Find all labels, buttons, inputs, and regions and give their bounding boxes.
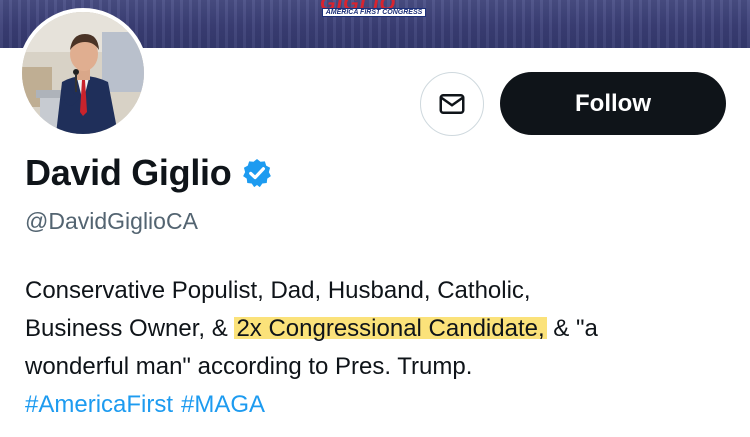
- campaign-logo: GIGLIO AMERICA FIRST CONGRESS: [320, 0, 428, 22]
- bio-highlighted-text: 2x Congressional Candidate,: [234, 315, 547, 342]
- avatar-frame[interactable]: [18, 8, 148, 138]
- message-button[interactable]: [420, 72, 484, 136]
- avatar-photo: [22, 12, 144, 134]
- profile-bio: Conservative Populist, Dad, Husband, Cat…: [25, 272, 725, 386]
- follow-button[interactable]: Follow: [500, 72, 726, 135]
- bio-line-2: Business Owner, & 2x Congressional Candi…: [25, 310, 725, 348]
- bio-line-3: wonderful man" according to Pres. Trump.: [25, 353, 473, 380]
- bio-line-1: Conservative Populist, Dad, Husband, Cat…: [25, 277, 531, 304]
- hashtag-link[interactable]: #AmericaFirst: [25, 391, 173, 418]
- avatar[interactable]: [22, 12, 144, 134]
- profile-name-row: David Giglio: [25, 150, 273, 196]
- profile-handle: @DavidGiglioCA: [25, 208, 198, 234]
- display-name: David Giglio: [25, 152, 232, 193]
- bio-line-2-prefix: Business Owner, &: [25, 315, 235, 342]
- bio-line-2-suffix: & "a: [546, 315, 598, 342]
- verified-badge-icon[interactable]: [241, 157, 273, 189]
- bio-hashtags: #AmericaFirst #MAGA: [25, 386, 273, 424]
- campaign-logo-tagline: AMERICA FIRST CONGRESS: [322, 8, 426, 17]
- mail-icon: [439, 94, 465, 114]
- hashtag-link[interactable]: #MAGA: [181, 391, 265, 418]
